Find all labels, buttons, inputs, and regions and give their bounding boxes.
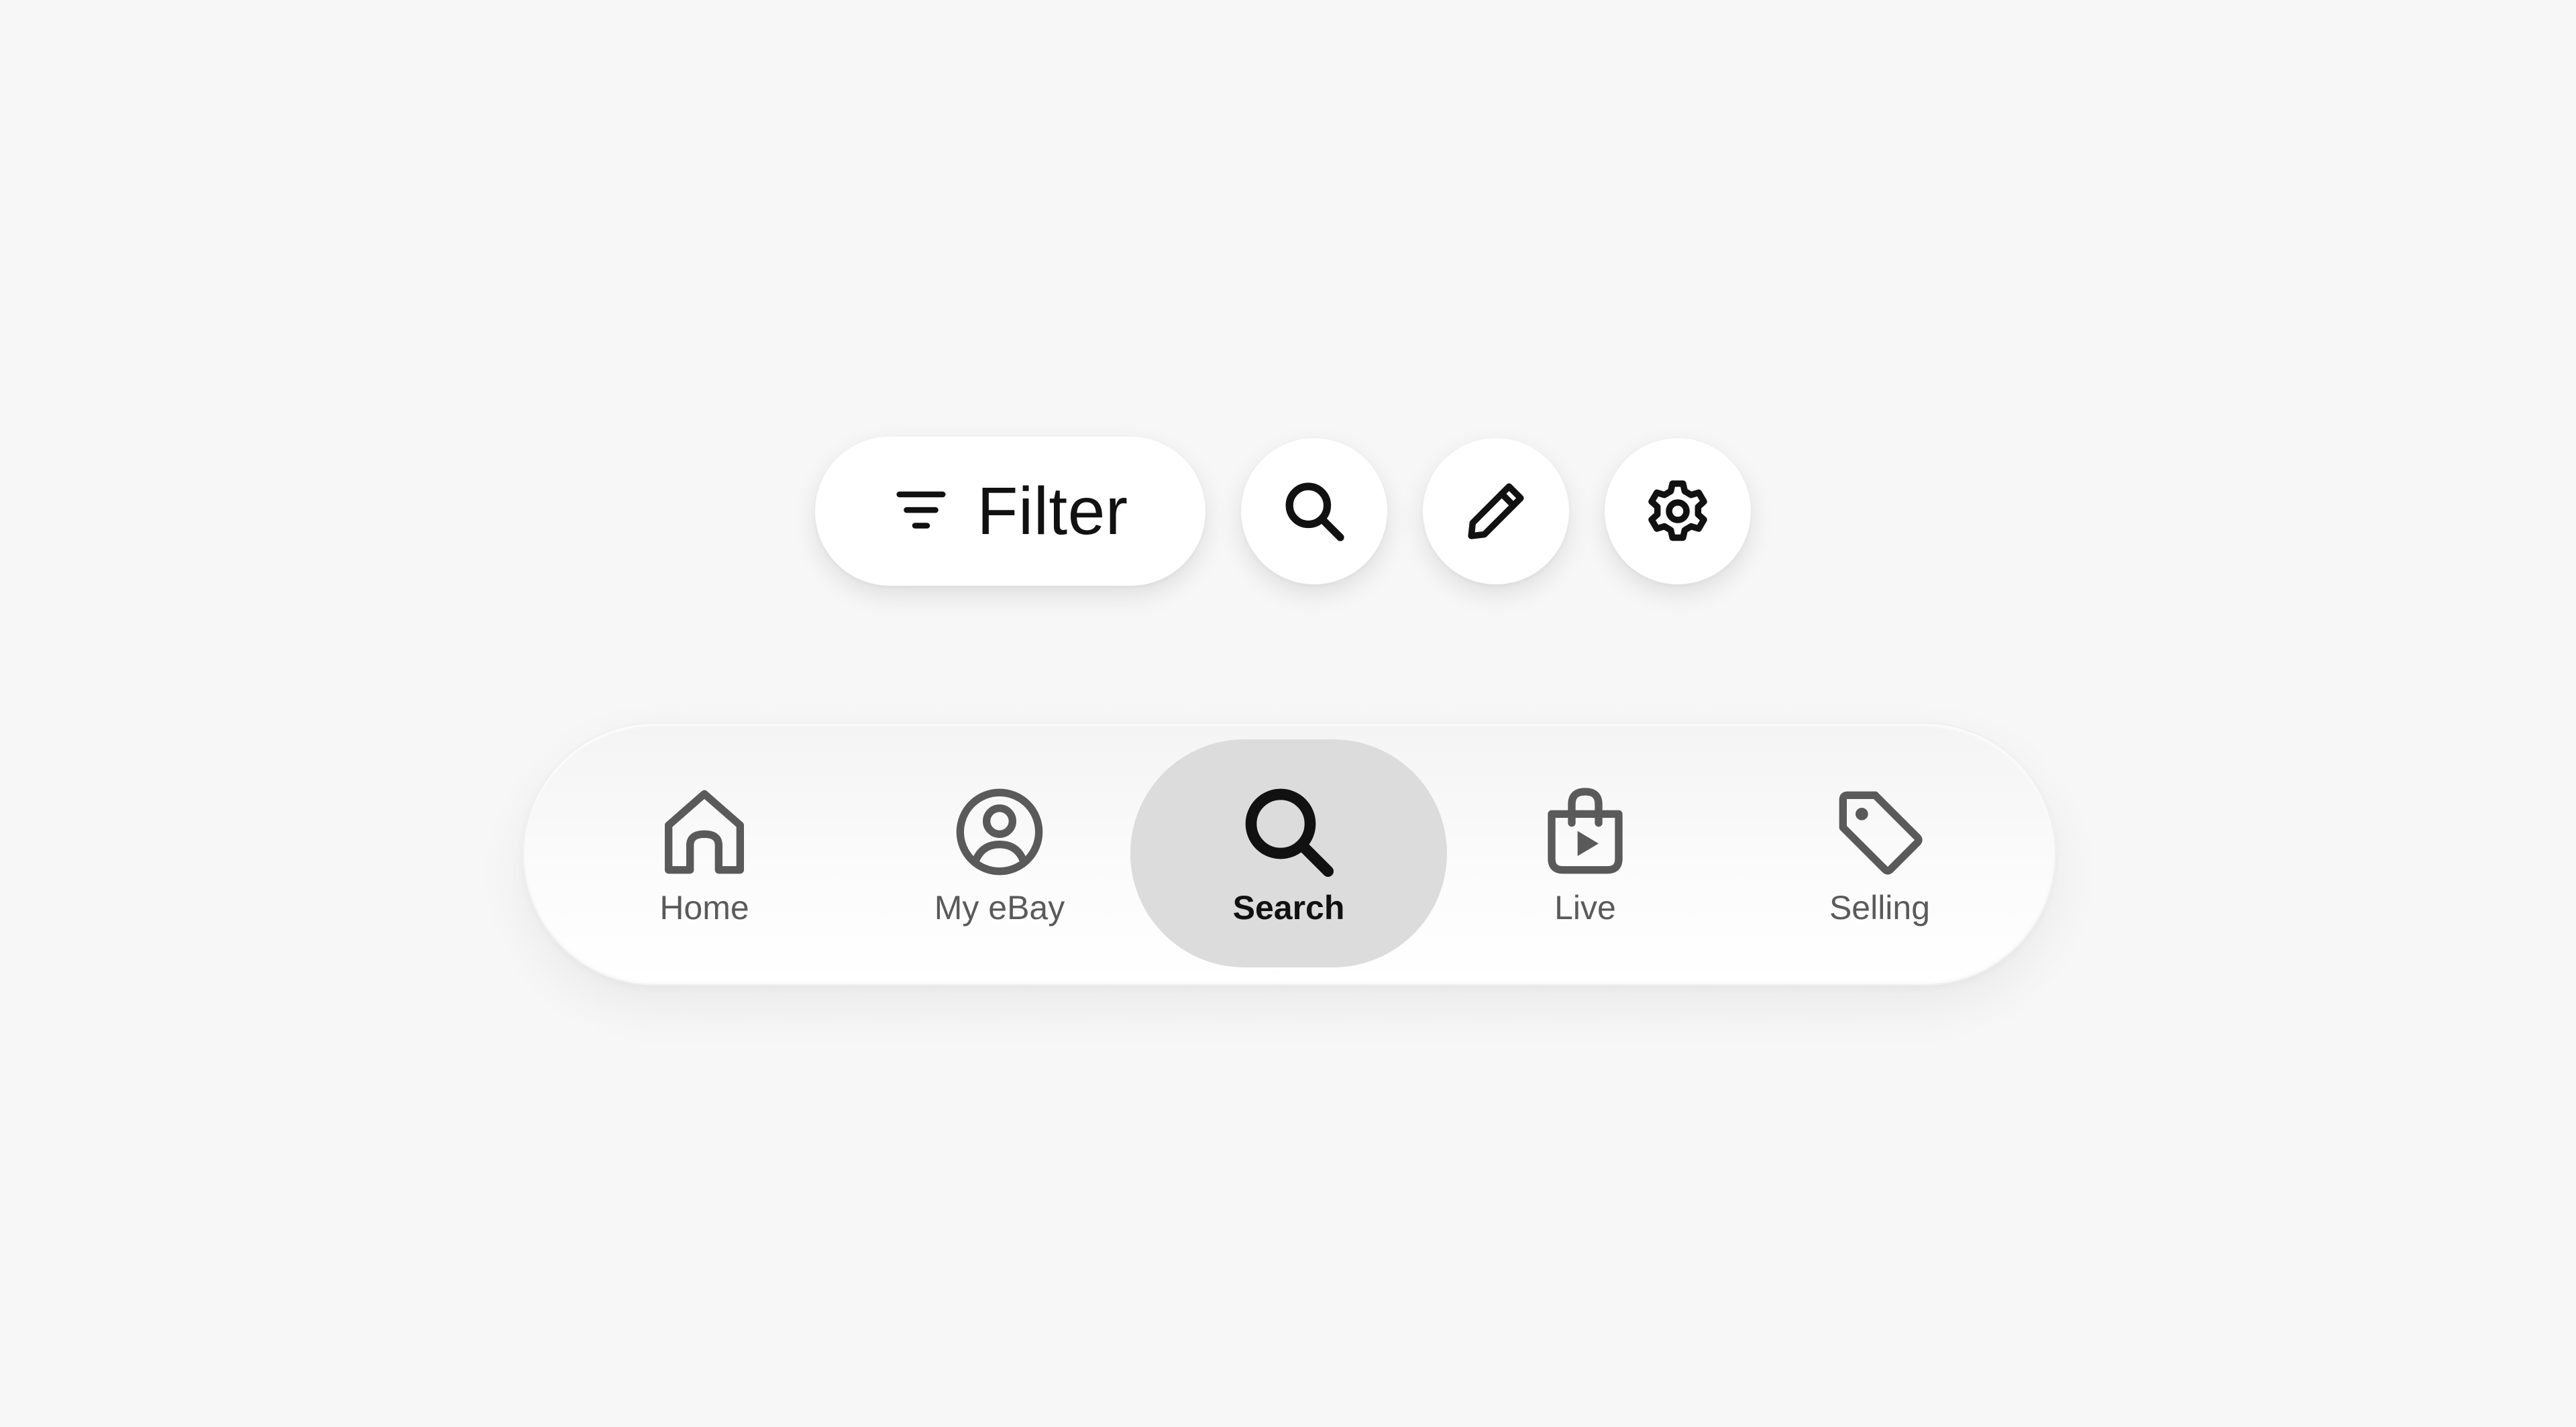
search-icon: [1245, 788, 1334, 877]
action-row: Filter: [815, 437, 1751, 586]
tab-live-label: Live: [1554, 888, 1616, 927]
user-circle-icon: [956, 788, 1043, 875]
shopping-bag-play-icon: [1548, 787, 1623, 874]
tab-search-label: Search: [1232, 888, 1345, 927]
tag-icon: [1839, 791, 1923, 875]
settings-button[interactable]: [1605, 438, 1751, 584]
filter-button[interactable]: Filter: [815, 437, 1205, 586]
edit-button[interactable]: [1423, 438, 1569, 584]
tab-home-label: Home: [659, 888, 749, 927]
search-button[interactable]: [1241, 438, 1387, 584]
filter-icon: [896, 491, 946, 529]
tab-selling[interactable]: Selling: [1721, 739, 2038, 967]
pencil-icon: [1468, 483, 1524, 539]
bottom-tab-bar: Home My eBay Search Live Selling: [523, 723, 2056, 986]
home-icon: [665, 790, 744, 874]
tab-my-ebay[interactable]: My eBay: [841, 739, 1158, 967]
gear-icon: [1648, 480, 1707, 541]
search-icon: [1285, 482, 1344, 541]
tab-selling-label: Selling: [1829, 888, 1931, 927]
tab-search[interactable]: Search: [1130, 739, 1447, 967]
tab-my-ebay-label: My eBay: [934, 888, 1065, 927]
tab-home[interactable]: Home: [546, 739, 863, 967]
filter-label: Filter: [977, 474, 1128, 549]
tab-live[interactable]: Live: [1427, 739, 1743, 967]
app-canvas: Filter Home My eBay Search Live Selling: [0, 0, 2576, 1427]
